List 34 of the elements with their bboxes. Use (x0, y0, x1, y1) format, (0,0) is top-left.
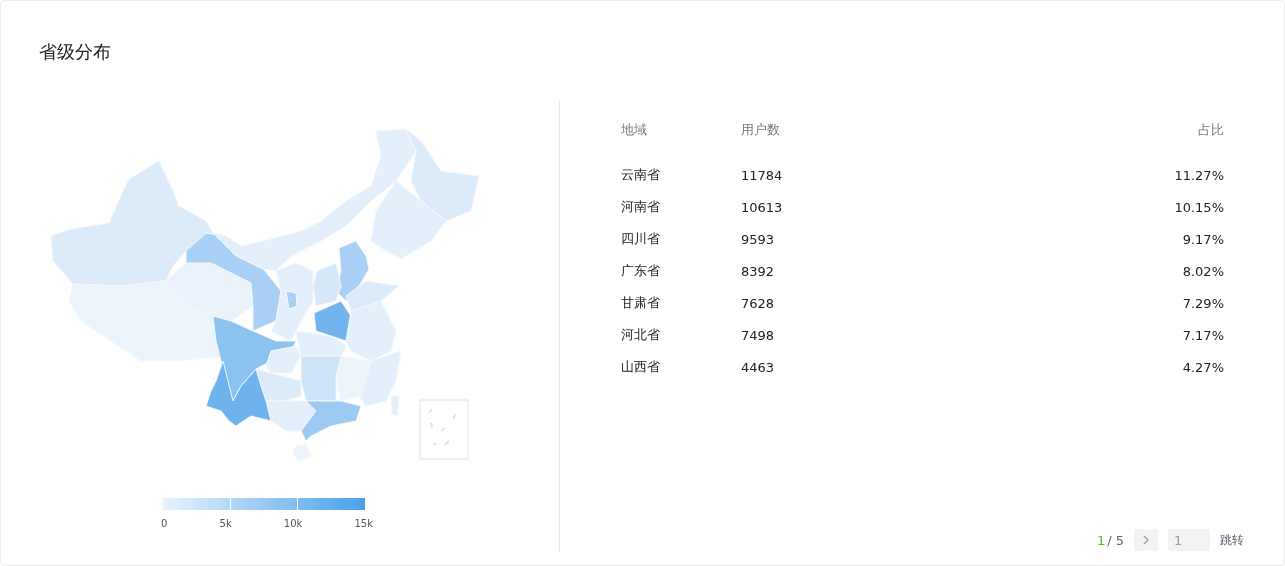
chevron-right-icon (1142, 535, 1150, 545)
page-total: / 5 (1107, 532, 1124, 548)
current-page: 1 (1096, 532, 1106, 548)
table-cell-text: 9.17% (1181, 230, 1224, 249)
table-cell-text: 河北省 (621, 326, 661, 344)
table-cell-text: 4463 (741, 358, 776, 377)
table-cell-text: 11784 (741, 166, 784, 185)
table-cell-text: 10613 (741, 198, 784, 217)
table-cell-text: 云南省 (621, 166, 661, 184)
table-cell-text: 4.27% (1181, 358, 1224, 377)
table-cell-text: 7.17% (1181, 326, 1224, 345)
legend-tick-label: 15k (354, 518, 373, 529)
table-cell: 山西省 (621, 351, 741, 383)
next-page-button[interactable] (1134, 529, 1158, 551)
table-cell-text: 9593 (741, 230, 776, 249)
legend-tick-label: 5k (219, 518, 232, 529)
table-cell-text: 11.27% (1173, 166, 1224, 185)
table-cell-text: 8.02% (1181, 262, 1224, 281)
legend-tick-label: 10k (283, 518, 303, 529)
column-header: 用户数 (741, 121, 781, 139)
column-header: 占比 (1197, 121, 1224, 139)
column-header: 地域 (621, 115, 741, 159)
table-cell-text: 河南省 (621, 198, 661, 216)
table-cell: 广东省 (621, 255, 741, 287)
table-cell: 四川省 (621, 223, 741, 255)
table-cell-text: 7498 (741, 326, 776, 345)
table-cell-text: 甘肃省 (621, 294, 661, 312)
legend-tick-label: 0 (161, 518, 168, 529)
table-cell-text: 7.29% (1181, 294, 1224, 313)
section-title: 省级分布 (39, 40, 111, 64)
table-cell-text: 7628 (741, 294, 776, 313)
table-cell-text: 8392 (741, 262, 776, 281)
jump-button[interactable]: 跳转 (1220, 531, 1244, 549)
table-cell-text: 10.15% (1173, 198, 1224, 217)
